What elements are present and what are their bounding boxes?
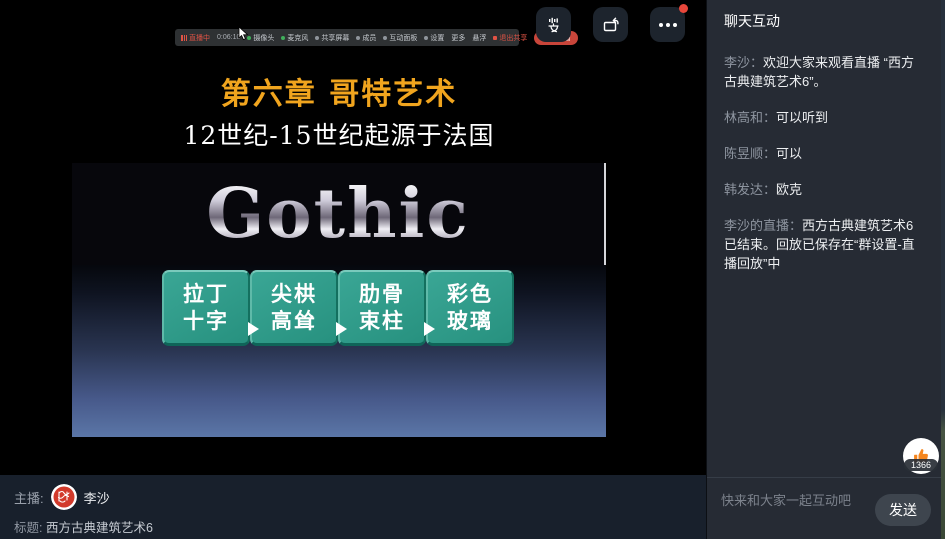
chat-system-message: 李沙的直播：西方古典建筑艺术6 已结束。回放已保存在“群设置-直播回放”中 xyxy=(724,216,924,273)
toolbar-item-float[interactable]: 悬浮 xyxy=(472,33,486,43)
screen-icon xyxy=(315,36,319,40)
toolbar-item-members[interactable]: 成员 xyxy=(356,33,376,43)
host-name: 李沙 xyxy=(84,488,110,507)
mouse-cursor xyxy=(238,27,250,41)
feature-box-rib-vault: 肋骨 束柱 xyxy=(338,270,426,346)
toolbar-item-exit-share[interactable]: 退出共享 xyxy=(493,33,527,43)
feature-box-pointed-arch: 尖栱 高耸 xyxy=(250,270,338,346)
chat-input[interactable] xyxy=(721,493,866,508)
arrow-right-icon xyxy=(248,322,259,336)
gothic-word: Gothic xyxy=(206,180,470,248)
toolbar-item-more[interactable]: 更多 xyxy=(451,33,465,43)
toolbar-item-settings[interactable]: 设置 xyxy=(424,33,444,43)
feature-box-stained-glass: 彩色 玻璃 xyxy=(426,270,514,346)
chat-message: 李沙：欢迎大家来观看直播 “西方古典建筑艺术6”。 xyxy=(724,53,924,91)
send-button[interactable]: 发送 xyxy=(875,494,931,526)
toolbar-item-camera[interactable]: 摄像头 xyxy=(247,33,274,43)
chat-message: 陈昱顺：可以 xyxy=(724,144,924,163)
chat-message: 韩发达：欧克 xyxy=(724,180,924,199)
video-area: 第六章 哥特艺术 12世纪-15世纪起源于法国 Gothic 拉丁 十字 尖栱 … xyxy=(0,0,706,475)
chat-panel-title: 聊天互动 xyxy=(707,0,941,41)
live-timer: 0:06:10 xyxy=(217,34,240,41)
like-widget: 1366 xyxy=(903,438,939,474)
chat-icon xyxy=(383,36,387,40)
chat-input-bar: 发送 xyxy=(707,477,941,539)
arrow-right-icon xyxy=(424,322,435,336)
desktop-edge-strip xyxy=(941,0,945,539)
like-count-badge: 1366 xyxy=(904,459,938,471)
slide-subtitle: 12世纪-15世纪起源于法国 xyxy=(72,116,606,152)
stream-title-row: 标题: 西方古典建筑艺术6 xyxy=(14,517,153,536)
voice-translate-icon xyxy=(545,16,563,34)
live-status-indicator: 直播中 xyxy=(181,33,210,43)
rotate-screen-button[interactable] xyxy=(593,7,628,42)
chat-message-list: 李沙：欢迎大家来观看直播 “西方古典建筑艺术6”。 林高和：可以听到 陈昱顺：可… xyxy=(707,41,941,273)
microphone-icon xyxy=(281,36,285,40)
voice-translate-button[interactable] xyxy=(536,7,571,42)
chat-message: 林高和：可以听到 xyxy=(724,108,924,127)
live-stream-window: 第六章 哥特艺术 12世纪-15世纪起源于法国 Gothic 拉丁 十字 尖栱 … xyxy=(0,0,945,539)
slide-chapter-title: 第六章 哥特艺术 xyxy=(72,69,606,113)
stream-title: 西方古典建筑艺术6 xyxy=(46,521,153,535)
host-info-bar: 主播: 李沙 标题: 西方古典建筑艺术6 xyxy=(0,475,706,539)
toolbar-item-mic[interactable]: 麦克风 xyxy=(281,33,308,43)
exit-icon xyxy=(493,36,497,40)
gear-icon xyxy=(424,36,428,40)
more-icon xyxy=(659,23,677,27)
live-signal-icon xyxy=(181,35,187,41)
members-icon xyxy=(356,36,360,40)
arrow-right-icon xyxy=(336,322,347,336)
rotate-screen-icon xyxy=(601,15,621,35)
notification-dot xyxy=(679,4,688,13)
gothic-banner-image: Gothic xyxy=(72,163,606,265)
more-options-button[interactable] xyxy=(650,7,685,42)
toolbar-item-share-screen[interactable]: 共享屏幕 xyxy=(315,33,349,43)
feature-box-latin-cross: 拉丁 十字 xyxy=(162,270,250,346)
toolbar-item-interaction[interactable]: 互动面板 xyxy=(383,33,417,43)
presentation-slide: 第六章 哥特艺术 12世纪-15世纪起源于法国 Gothic 拉丁 十字 尖栱 … xyxy=(72,56,606,437)
host-avatar xyxy=(51,484,77,510)
host-row: 主播: 李沙 xyxy=(14,484,110,510)
feature-boxes-row: 拉丁 十字 尖栱 高耸 肋骨 束柱 彩色 玻璃 xyxy=(162,270,606,346)
chat-panel: 聊天互动 李沙：欢迎大家来观看直播 “西方古典建筑艺术6”。 林高和：可以听到 … xyxy=(706,0,941,539)
host-label: 主播: xyxy=(14,488,44,507)
title-label: 标题: xyxy=(14,521,42,535)
screen-share-toolbar: 直播中 0:06:10 摄像头 麦克风 共享屏幕 成员 互动面板 xyxy=(175,29,519,46)
